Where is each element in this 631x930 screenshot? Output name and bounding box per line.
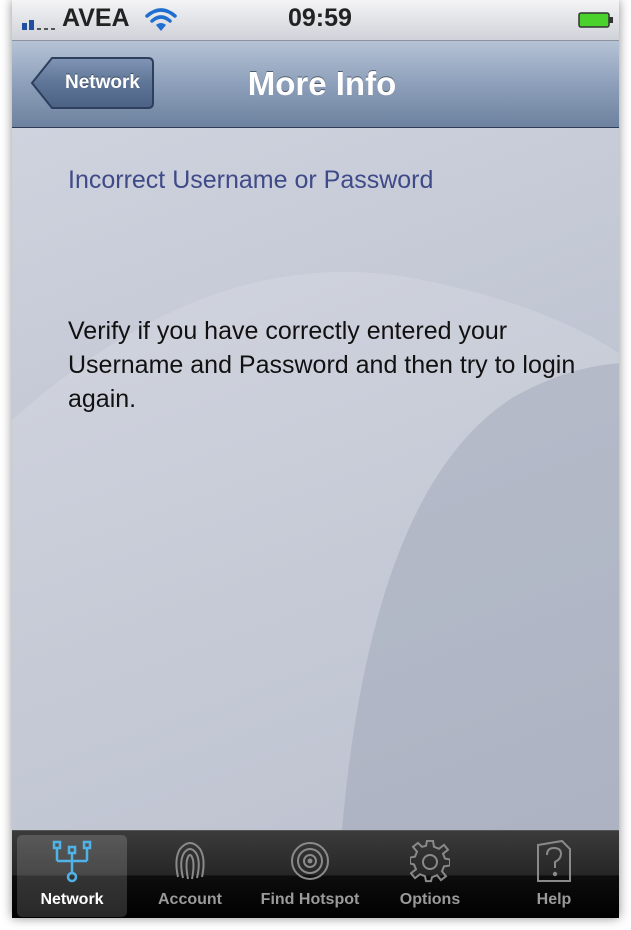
tab-help[interactable]: Help: [499, 835, 609, 917]
carrier-name: AVEA: [62, 4, 130, 32]
tab-options[interactable]: Options: [375, 835, 485, 917]
tab-find-hotspot[interactable]: Find Hotspot: [255, 835, 365, 917]
back-button[interactable]: Network: [30, 56, 155, 110]
info-content: Incorrect Username or Password Verify if…: [12, 128, 619, 830]
network-icon: [52, 840, 92, 883]
signal-strength-icon: [22, 20, 55, 30]
navigation-bar: Network More Info: [12, 41, 619, 128]
tab-account[interactable]: Account: [135, 835, 245, 917]
back-button-label: Network: [65, 72, 140, 93]
tab-find-hotspot-label: Find Hotspot: [260, 891, 360, 908]
status-bar: AVEA 09:59: [12, 0, 619, 41]
fingerprint-icon: [175, 842, 205, 880]
tab-network-label: Network: [40, 891, 104, 908]
error-message: Verify if you have correctly entered you…: [68, 317, 576, 413]
help-icon: [537, 839, 571, 882]
tab-account-label: Account: [158, 891, 222, 908]
wifi-icon: [145, 8, 177, 31]
tab-options-label: Options: [399, 891, 461, 908]
status-time: 09:59: [288, 4, 352, 32]
phone-screen: AVEA 09:59 Network More Info Incorrect U…: [12, 0, 619, 918]
tab-network[interactable]: Network: [17, 835, 127, 917]
battery-icon: [578, 12, 613, 28]
gear-icon: [410, 839, 450, 883]
tab-bar: Network Account Find Hotspot Options Hel…: [12, 830, 619, 918]
page-title: More Info: [247, 65, 397, 102]
hotspot-icon: [291, 842, 329, 880]
background-swoosh: [12, 271, 619, 830]
error-heading: Incorrect Username or Password: [68, 166, 434, 194]
tab-help-label: Help: [536, 891, 572, 908]
